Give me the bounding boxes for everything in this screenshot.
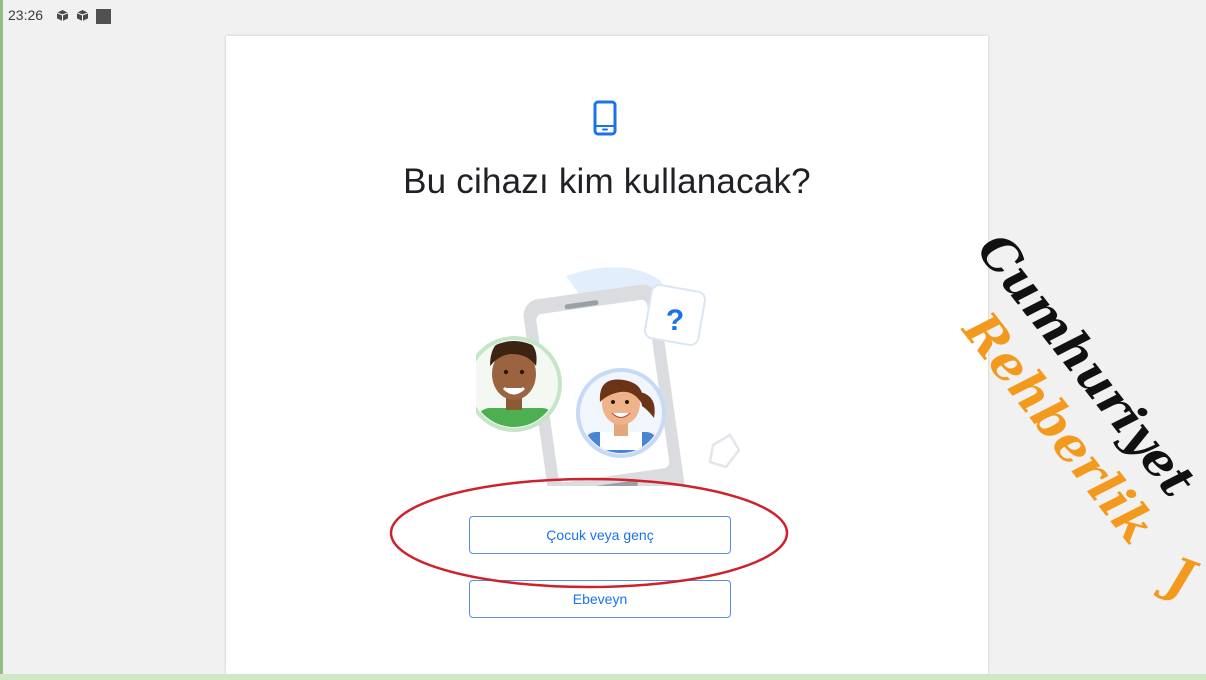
status-bar: 23:26: [8, 5, 112, 25]
page-title: Bu cihazı kim kullanacak?: [403, 162, 811, 201]
svg-text:?: ?: [666, 304, 684, 337]
window-frame-bottom: [0, 674, 1206, 680]
app-notification-icon: [76, 9, 89, 22]
stop-square-icon: [96, 8, 112, 24]
watermark-fragment: J: [1159, 545, 1203, 609]
setup-dialog-card: Bu cihazı kim kullanacak? ? Çocuk veya g…: [226, 36, 988, 674]
window-frame-left: [0, 0, 3, 680]
watermark-line1: Cumhuriyet: [965, 223, 1206, 508]
watermark: Cumhuriyet Rehberlik J: [952, 215, 1206, 615]
status-time: 23:26: [8, 7, 44, 23]
family-illustration: ?: [476, 267, 741, 486]
parent-button[interactable]: Ebeveyn: [469, 580, 731, 618]
child-or-teen-button[interactable]: Çocuk veya genç: [469, 516, 731, 554]
app-notification-icon: [56, 9, 69, 22]
smartphone-icon: [593, 100, 617, 136]
